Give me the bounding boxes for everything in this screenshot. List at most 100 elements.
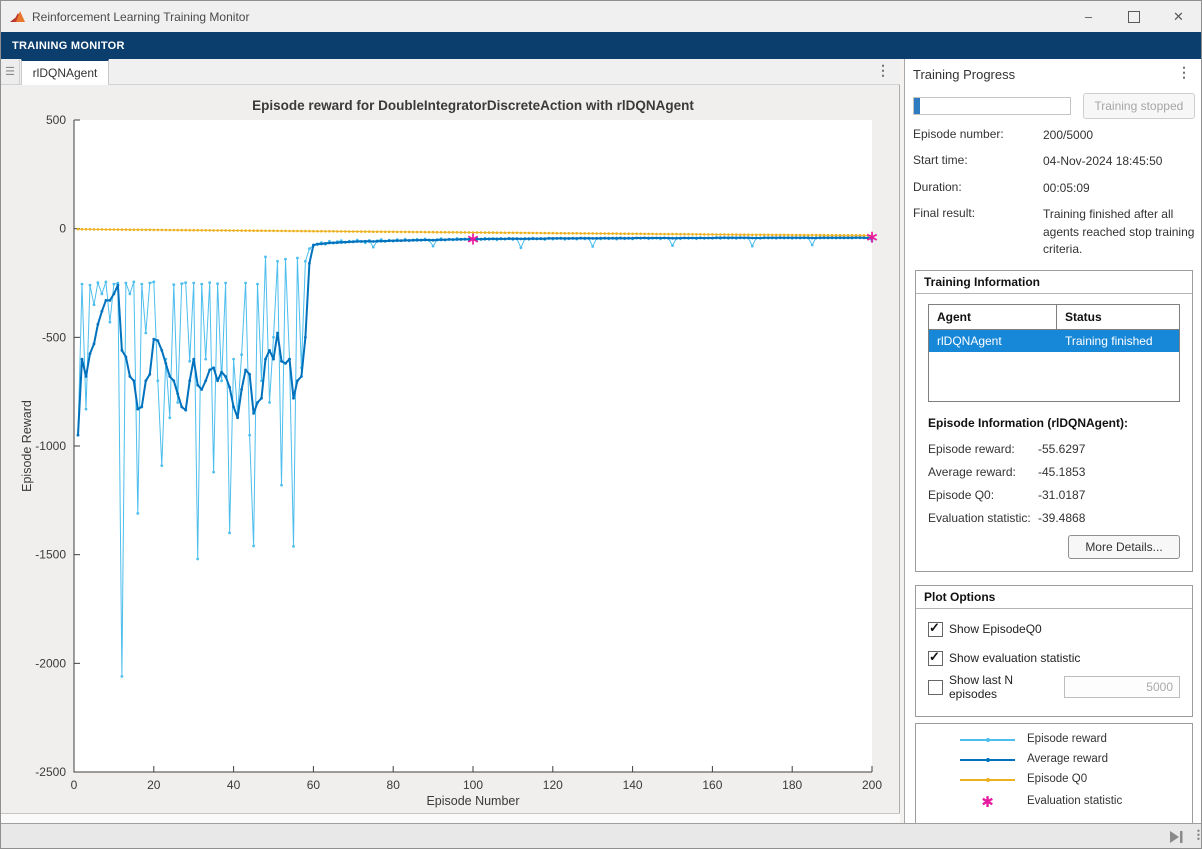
legend-line-marker-icon	[960, 733, 1015, 747]
svg-text:500: 500	[46, 113, 66, 127]
tab-training-monitor[interactable]: TRAINING MONITOR	[1, 40, 136, 52]
field-label: Final result:	[913, 206, 1043, 258]
svg-text:200: 200	[862, 778, 882, 792]
svg-text:-500: -500	[42, 330, 66, 344]
field-label: Episode number:	[913, 127, 1043, 144]
plot-options-section: Plot Options Show EpisodeQ0 Show evaluati…	[915, 585, 1193, 717]
more-details-button[interactable]: More Details...	[1068, 535, 1180, 559]
tab-rldqnagent[interactable]: rlDQNAgent	[21, 59, 109, 85]
chart-panel: Episode reward for DoubleIntegratorDiscr…	[1, 85, 900, 813]
checkbox-label[interactable]: Show evaluation statistic	[949, 651, 1080, 665]
minimize-button[interactable]: –	[1066, 1, 1111, 32]
window-title: Reinforcement Learning Training Monitor	[32, 10, 249, 24]
plot-option-row: Show last N episodes	[928, 677, 1180, 697]
field-value: 04-Nov-2024 18:45:50	[1043, 153, 1195, 170]
svg-text:Episode Number: Episode Number	[426, 794, 519, 808]
episode-information-header: Episode Information (rlDQNAgent):	[928, 416, 1180, 430]
legend-item: Average reward	[960, 753, 1192, 767]
last-n-episodes-input[interactable]	[1064, 676, 1180, 698]
checkbox[interactable]	[928, 651, 943, 666]
toolstrip: TRAINING MONITOR	[1, 32, 1201, 59]
checkbox-label[interactable]: Show last N episodes	[949, 673, 1064, 701]
app-window: Reinforcement Learning Training Monitor …	[0, 0, 1202, 849]
svg-text:Episode Reward: Episode Reward	[20, 400, 34, 492]
training-stopped-button[interactable]: Training stopped	[1083, 93, 1195, 119]
episode-info-row: Episode reward:-55.6297	[928, 442, 1180, 456]
plot-options-header: Plot Options	[916, 586, 1192, 609]
field-value: Training finished after all agents reach…	[1043, 206, 1195, 258]
field-value: -31.0187	[1038, 488, 1085, 502]
checkbox[interactable]	[928, 622, 943, 637]
panel-title: Training Progress	[913, 63, 1173, 82]
chart-legend: Episode reward Average reward Episode Q0 ✱ E…	[915, 723, 1193, 823]
legend-label: Evaluation statistic(MeanEpisodeReward)	[1027, 795, 1122, 809]
plot-options-body: Show EpisodeQ0 Show evaluation statistic S…	[916, 609, 1192, 716]
column-agent: Agent	[929, 305, 1057, 329]
checkbox-label[interactable]: Show EpisodeQ0	[949, 622, 1042, 636]
field-label: Duration:	[913, 180, 1043, 197]
svg-text:20: 20	[147, 778, 161, 792]
legend-item: Episode Q0	[960, 773, 1192, 787]
svg-text:-1000: -1000	[35, 439, 66, 453]
svg-text:100: 100	[463, 778, 483, 792]
progress-field-row: Duration:00:05:09	[913, 180, 1195, 197]
svg-text:140: 140	[623, 778, 643, 792]
reward-chart: Episode reward for DoubleIntegratorDiscr…	[1, 85, 899, 813]
legend-label: Episode reward	[1027, 733, 1107, 747]
field-value: 200/5000	[1043, 127, 1195, 144]
svg-text:180: 180	[782, 778, 802, 792]
legend-item: Episode reward	[960, 733, 1192, 747]
svg-text:60: 60	[307, 778, 321, 792]
cell-status: Training finished	[1057, 330, 1179, 352]
figure-bottom-gap	[1, 813, 900, 823]
legend-line-marker-icon	[960, 773, 1015, 787]
progress-field-row: Final result:Training finished after all…	[913, 206, 1195, 258]
svg-text:-2000: -2000	[35, 656, 66, 670]
field-label: Start time:	[913, 153, 1043, 170]
table-header: Agent Status	[929, 305, 1179, 330]
training-information-header: Training Information	[916, 271, 1192, 294]
training-progress-bar	[913, 97, 1071, 115]
agent-status-table: Agent Status rlDQNAgentTraining finished	[928, 304, 1180, 402]
svg-text:Episode reward for DoubleInteg: Episode reward for DoubleIntegratorDiscr…	[252, 98, 694, 113]
training-information-section: Training Information Agent Status rlDQNA…	[915, 270, 1193, 572]
field-label: Episode Q0:	[928, 488, 1038, 502]
training-progress-fields: Episode number:200/5000Start time:04-Nov…	[913, 127, 1195, 258]
svg-text:40: 40	[227, 778, 241, 792]
progress-field-row: Episode number:200/5000	[913, 127, 1195, 144]
field-label: Average reward:	[928, 465, 1038, 479]
field-label: Evaluation statistic:	[928, 511, 1038, 525]
svg-text:-2500: -2500	[35, 765, 66, 779]
document-actions-icon[interactable]: ⋮	[876, 62, 890, 79]
episode-info-row: Evaluation statistic:-39.4868	[928, 511, 1180, 525]
resize-handle-icon[interactable]: •••	[1197, 829, 1200, 841]
plot-option-row: Show EpisodeQ0	[928, 619, 1180, 639]
legend-asterisk-icon: ✱	[960, 793, 1015, 811]
bottom-status-strip: •••	[1, 823, 1202, 849]
field-value: -45.1853	[1038, 465, 1085, 479]
legend-item: ✱ Evaluation statistic(MeanEpisodeReward)	[960, 793, 1192, 811]
checkbox[interactable]	[928, 680, 943, 695]
progress-fill	[914, 98, 920, 114]
expand-panel-icon[interactable]	[1167, 830, 1185, 849]
document-list-icon[interactable]: ☰	[1, 59, 20, 84]
svg-text:0: 0	[71, 778, 78, 792]
panel-menu-icon[interactable]: ⋮	[1173, 64, 1195, 81]
plot-option-row: Show evaluation statistic	[928, 648, 1180, 668]
cell-agent: rlDQNAgent	[929, 330, 1057, 352]
svg-text:-1500: -1500	[35, 548, 66, 562]
matlab-logo-icon	[10, 10, 26, 24]
column-status: Status	[1057, 305, 1179, 329]
document-tab-strip: ☰ rlDQNAgent ⋮	[1, 59, 900, 85]
svg-text:160: 160	[702, 778, 722, 792]
close-button[interactable]: ✕	[1156, 1, 1201, 32]
field-value: -55.6297	[1038, 442, 1085, 456]
legend-line-marker-icon	[960, 753, 1015, 767]
episode-information-fields: Episode reward:-55.6297Average reward:-4…	[928, 442, 1180, 525]
field-value: -39.4868	[1038, 511, 1085, 525]
legend-label: Episode Q0	[1027, 773, 1087, 787]
maximize-button[interactable]	[1111, 1, 1156, 32]
field-value: 00:05:09	[1043, 180, 1195, 197]
field-label: Episode reward:	[928, 442, 1038, 456]
table-row[interactable]: rlDQNAgentTraining finished	[929, 330, 1179, 352]
